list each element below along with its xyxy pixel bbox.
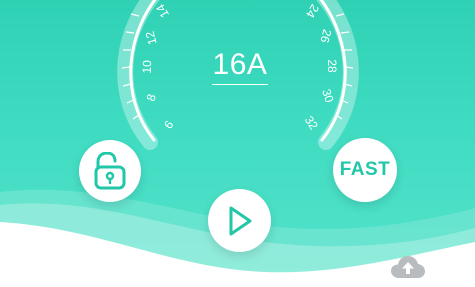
fast-button-label: FAST [339,159,391,180]
charging-screen: 6 8 10 12 14 24 26 28 30 32 16A FAST [0,0,475,287]
gauge-tick-label: 8 [144,92,160,103]
gauge-tick-label: 28 [325,59,339,73]
play-icon [229,206,251,235]
unlock-button[interactable] [79,140,141,202]
cloud-upload-button[interactable] [390,254,426,280]
cloud-upload-icon [391,256,425,278]
unlock-icon [94,152,126,190]
gauge-tick-label: 12 [143,29,160,46]
gauge-tick-label: 6 [161,118,176,132]
gauge-tick-label: 32 [302,113,321,132]
fast-charge-button[interactable]: FAST [333,138,397,202]
gauge-tick-label: 10 [140,60,154,74]
current-value: 16A [212,48,268,81]
gauge-tick-label: 24 [303,2,322,21]
gauge-tick-label: 26 [317,28,334,45]
gauge-tick-label: 30 [319,87,337,104]
current-underline [212,84,268,85]
start-charge-button[interactable] [208,189,271,252]
